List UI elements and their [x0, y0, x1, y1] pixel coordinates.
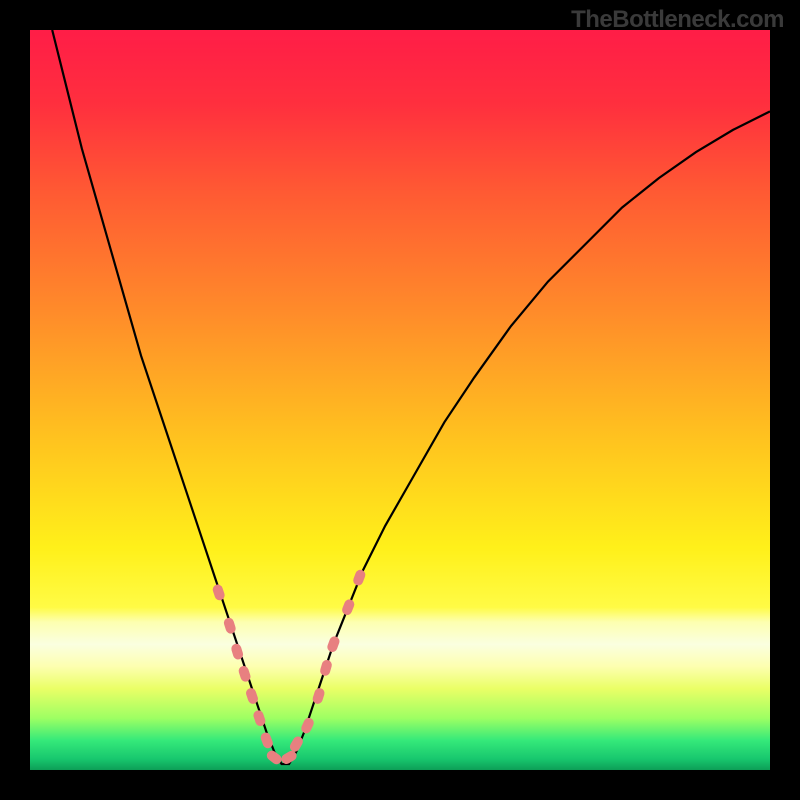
marker-point — [352, 568, 367, 586]
marker-point — [223, 617, 237, 635]
chart-frame: TheBottleneck.com — [0, 0, 800, 800]
plot-area — [30, 30, 770, 770]
data-markers — [211, 568, 366, 766]
marker-point — [319, 659, 333, 677]
watermark-text: TheBottleneck.com — [571, 6, 784, 34]
curve-layer — [30, 30, 770, 770]
bottleneck-curve — [52, 30, 770, 764]
marker-point — [341, 598, 356, 617]
marker-point — [326, 635, 341, 653]
marker-point — [211, 583, 226, 601]
marker-point — [300, 716, 316, 735]
